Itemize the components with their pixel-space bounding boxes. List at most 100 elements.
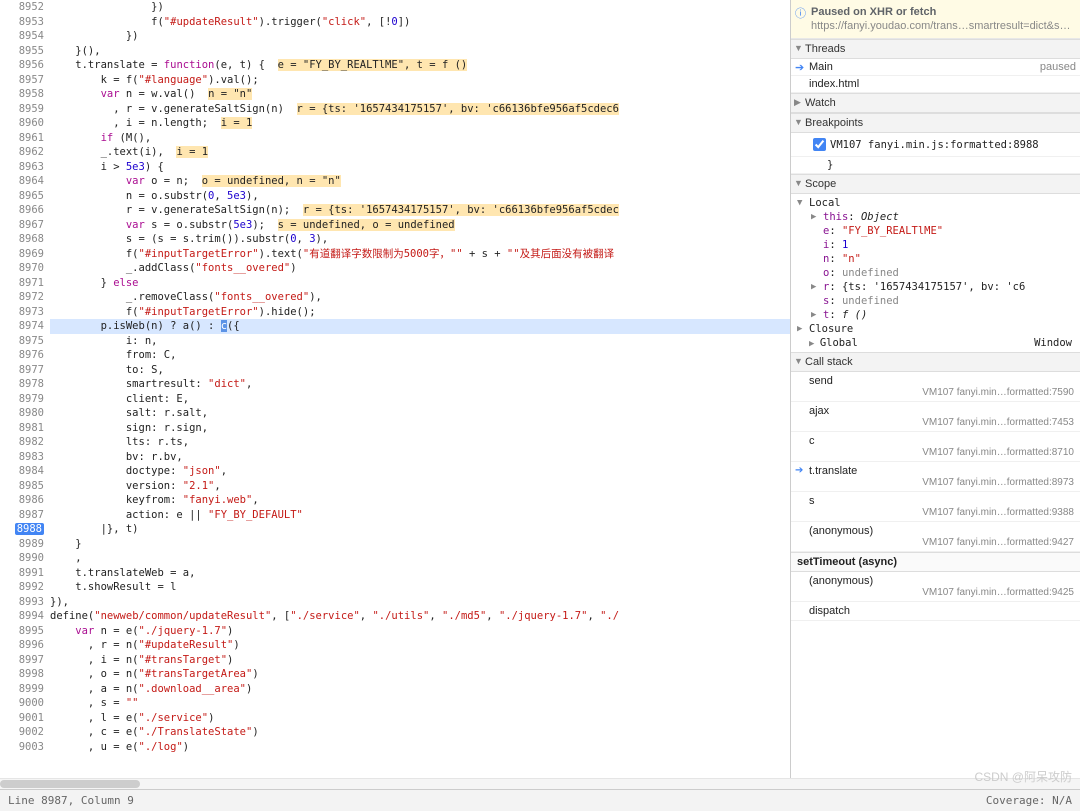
breakpoint-item[interactable]: VM107 fanyi.min.js:formatted:8988 (791, 133, 1080, 157)
line-number[interactable]: 8996 (0, 638, 44, 653)
code-line[interactable]: , r = n("#updateResult") (50, 638, 790, 653)
scrollbar-thumb[interactable] (0, 780, 140, 788)
line-number[interactable]: 8963 (0, 160, 44, 175)
code-line[interactable]: doctype: "json", (50, 464, 790, 479)
code-line[interactable]: _.removeClass("fonts__overed"), (50, 290, 790, 305)
line-number[interactable]: 8977 (0, 363, 44, 378)
line-number[interactable]: 8997 (0, 653, 44, 668)
line-number[interactable]: 8966 (0, 203, 44, 218)
thread-main[interactable]: ➔ Main paused (791, 59, 1080, 76)
scope-var-e[interactable]: e: "FY_BY_REALTlME" (809, 224, 1076, 238)
code-line[interactable]: _.text(i), i = 1 (50, 145, 790, 160)
code-line[interactable]: , u = e("./log") (50, 740, 790, 755)
line-number[interactable]: 8952 (0, 0, 44, 15)
code-line[interactable]: }) (50, 0, 790, 15)
code-line[interactable]: i: n, (50, 334, 790, 349)
line-number[interactable]: 9003 (0, 740, 44, 755)
line-number[interactable]: 8956 (0, 58, 44, 73)
scope-var-r[interactable]: ▶r: {ts: '1657434175157', bv: 'c6 (809, 280, 1076, 294)
line-number[interactable]: 8962 (0, 145, 44, 160)
code-line[interactable]: keyfrom: "fanyi.web", (50, 493, 790, 508)
code-line[interactable]: to: S, (50, 363, 790, 378)
code-line[interactable]: action: e || "FY_BY_DEFAULT" (50, 508, 790, 523)
callstack-frame[interactable]: ajaxVM107 fanyi.min…formatted:7453 (791, 402, 1080, 432)
code-line[interactable]: , i = n("#transTarget") (50, 653, 790, 668)
line-number[interactable]: 8978 (0, 377, 44, 392)
code-line[interactable]: t.showResult = l (50, 580, 790, 595)
code-line[interactable]: s = (s = s.trim()).substr(0, 3), (50, 232, 790, 247)
code-line[interactable]: var s = o.substr(5e3); s = undefined, o … (50, 218, 790, 233)
line-number[interactable]: 8958 (0, 87, 44, 102)
line-number[interactable]: 8990 (0, 551, 44, 566)
code-line[interactable]: t.translateWeb = a, (50, 566, 790, 581)
code-line[interactable]: r = v.generateSaltSign(n); r = {ts: '165… (50, 203, 790, 218)
scope-closure[interactable]: ▶Closure (795, 322, 1076, 336)
line-number[interactable]: 8970 (0, 261, 44, 276)
code-line[interactable]: f("#inputTargetError").text("有道翻译字数限制为50… (50, 247, 790, 262)
callstack-frame[interactable]: sVM107 fanyi.min…formatted:9388 (791, 492, 1080, 522)
code-line[interactable]: bv: r.bv, (50, 450, 790, 465)
code-line[interactable]: }(), (50, 44, 790, 59)
code-line[interactable]: , r = v.generateSaltSign(n) r = {ts: '16… (50, 102, 790, 117)
code-line[interactable]: lts: r.ts, (50, 435, 790, 450)
line-number[interactable]: 8972 (0, 290, 44, 305)
code-line[interactable]: var o = n; o = undefined, n = "n" (50, 174, 790, 189)
code-line[interactable]: f("#inputTargetError").hide(); (50, 305, 790, 320)
thread-index[interactable]: index.html (791, 76, 1080, 93)
scope-var-s[interactable]: s: undefined (809, 294, 1076, 308)
code-line[interactable]: var n = w.val() n = "n" (50, 87, 790, 102)
threads-header[interactable]: ▼Threads (791, 39, 1080, 59)
line-number[interactable]: 8969 (0, 247, 44, 262)
code-line[interactable]: from: C, (50, 348, 790, 363)
callstack-frame[interactable]: cVM107 fanyi.min…formatted:8710 (791, 432, 1080, 462)
code-line[interactable]: } (50, 537, 790, 552)
line-number[interactable]: 8987 (0, 508, 44, 523)
code-line[interactable]: }), (50, 595, 790, 610)
scope-var-n[interactable]: n: "n" (809, 252, 1076, 266)
callstack-header[interactable]: ▼Call stack (791, 352, 1080, 372)
line-number[interactable]: 8995 (0, 624, 44, 639)
line-number[interactable]: 8957 (0, 73, 44, 88)
code-line[interactable]: |}, t) (50, 522, 790, 537)
line-number[interactable]: 9002 (0, 725, 44, 740)
code-line[interactable]: k = f("#language").val(); (50, 73, 790, 88)
line-number[interactable]: 8981 (0, 421, 44, 436)
line-number[interactable]: 8961 (0, 131, 44, 146)
code-line[interactable]: , s = "" (50, 696, 790, 711)
code-line[interactable]: , o = n("#transTargetArea") (50, 667, 790, 682)
scope-local[interactable]: ▼Local (795, 196, 1076, 210)
line-number[interactable]: 8992 (0, 580, 44, 595)
code-line[interactable]: var n = e("./jquery-1.7") (50, 624, 790, 639)
code-line[interactable]: if (M(), (50, 131, 790, 146)
code-line[interactable]: , a = n(".download__area") (50, 682, 790, 697)
line-number[interactable]: 8954 (0, 29, 44, 44)
line-number[interactable]: 8953 (0, 15, 44, 30)
line-number[interactable]: 8973 (0, 305, 44, 320)
line-number[interactable]: 8988 (0, 522, 44, 537)
code-line[interactable]: } else (50, 276, 790, 291)
code-line[interactable]: t.translate = function(e, t) { e = "FY_B… (50, 58, 790, 73)
code-line[interactable]: , c = e("./TranslateState") (50, 725, 790, 740)
line-number[interactable]: 8983 (0, 450, 44, 465)
line-number[interactable]: 8999 (0, 682, 44, 697)
callstack-frame[interactable]: (anonymous)VM107 fanyi.min…formatted:942… (791, 572, 1080, 602)
breakpoints-header[interactable]: ▼Breakpoints (791, 113, 1080, 133)
code-line[interactable]: , l = e("./service") (50, 711, 790, 726)
line-number[interactable]: 8964 (0, 174, 44, 189)
code-line[interactable]: version: "2.1", (50, 479, 790, 494)
line-number[interactable]: 8980 (0, 406, 44, 421)
line-number[interactable]: 8976 (0, 348, 44, 363)
watch-header[interactable]: ▶Watch (791, 93, 1080, 113)
line-number[interactable]: 8971 (0, 276, 44, 291)
line-number[interactable]: 8975 (0, 334, 44, 349)
code-line[interactable]: p.isWeb(n) ? a() : c({ (50, 319, 790, 334)
line-number[interactable]: 8974 (0, 319, 44, 334)
code-line[interactable]: f("#updateResult").trigger("click", [!0]… (50, 15, 790, 30)
code-area[interactable]: }) f("#updateResult").trigger("click", [… (50, 0, 790, 778)
scope-var-t[interactable]: ▶t: f () (809, 308, 1076, 322)
line-gutter[interactable]: 8952895389548955895689578958895989608961… (0, 0, 50, 778)
code-line[interactable]: i > 5e3) { (50, 160, 790, 175)
scope-var-i[interactable]: i: 1 (809, 238, 1076, 252)
line-number[interactable]: 8960 (0, 116, 44, 131)
line-number[interactable]: 8979 (0, 392, 44, 407)
